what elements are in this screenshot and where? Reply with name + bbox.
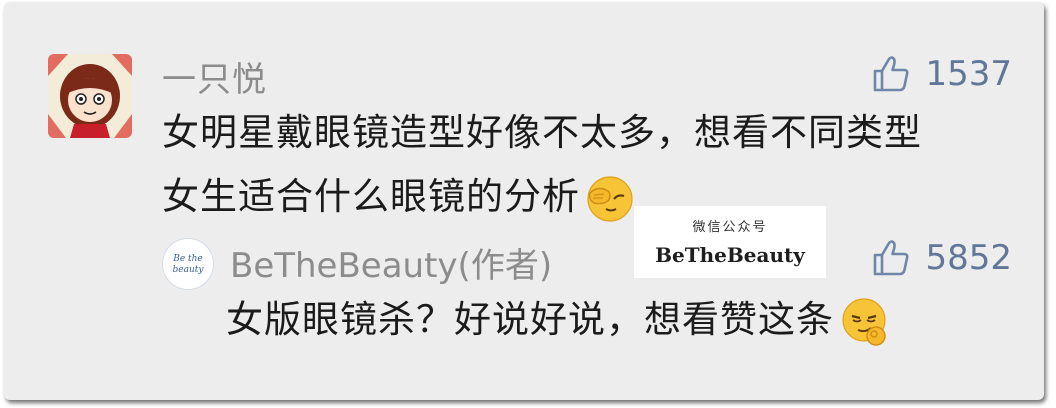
comment-text-line1: 女明星戴眼镜造型好像不太多，想看不同类型 bbox=[162, 111, 922, 154]
thumbs-up-icon bbox=[874, 240, 909, 276]
reply-like-button[interactable]: 5852 bbox=[871, 238, 1012, 278]
watermark-line2: BeTheBeauty bbox=[655, 243, 805, 267]
commenter-name[interactable]: 一只悦 bbox=[162, 52, 267, 101]
watermark-line1: 微信公众号 bbox=[692, 220, 768, 235]
smirk-ok-emoji-icon bbox=[842, 297, 886, 346]
comment-card: 一只悦 1537 女明星戴眼镜造型好像不太多，想看不同类型 女生适合什么眼镜的分… bbox=[4, 2, 1044, 400]
svg-text:Be the: Be the bbox=[172, 254, 203, 264]
facepalm-emoji-icon bbox=[587, 175, 633, 222]
reply-like-count: 5852 bbox=[925, 238, 1012, 278]
reply-text: 女版眼镜杀？好说好说，想看赞这条 bbox=[226, 288, 890, 352]
author-name[interactable]: BeTheBeauty(作者) bbox=[230, 238, 552, 287]
author-avatar[interactable]: Be the beauty bbox=[162, 238, 214, 290]
commenter-avatar[interactable] bbox=[48, 54, 132, 138]
thumbs-up-icon bbox=[874, 56, 909, 92]
svg-text:beauty: beauty bbox=[173, 265, 205, 275]
comment-like-count: 1537 bbox=[925, 54, 1012, 94]
watermark: 微信公众号 BeTheBeauty bbox=[634, 206, 826, 278]
comment-like-button[interactable]: 1537 bbox=[871, 54, 1012, 94]
